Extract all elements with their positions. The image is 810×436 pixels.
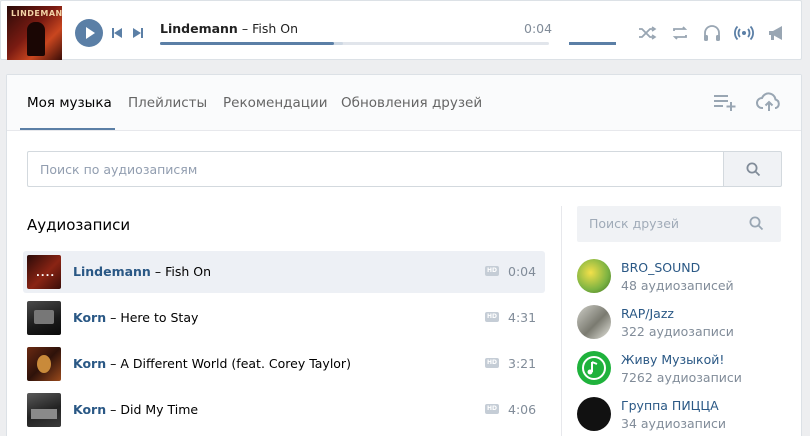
volume-fill: [569, 42, 616, 45]
search-icon: [746, 162, 761, 177]
group-item[interactable]: Группа ПИЦЦА 34 аудиозаписи: [577, 397, 797, 436]
playing-indicator-icon: ....: [36, 268, 56, 279]
now-playing-title[interactable]: Lindemann – Fish On: [160, 21, 298, 36]
cover-logo-text: LINDEMANN: [11, 9, 62, 18]
progress-fill: [160, 42, 334, 45]
tab-friends-updates[interactable]: Обновления друзей: [341, 95, 482, 111]
hd-badge: HD: [485, 358, 499, 368]
audio-search: [27, 151, 782, 187]
play-button[interactable]: [75, 19, 103, 47]
tab-playlists[interactable]: Плейлисты: [128, 95, 207, 111]
now-playing-artist[interactable]: Lindemann: [160, 21, 238, 36]
search-icon: [749, 216, 764, 231]
group-item[interactable]: RAP/Jazz 322 аудиозаписи: [577, 305, 797, 345]
group-name[interactable]: Группа ПИЦЦА: [621, 398, 719, 413]
track-song: Did My Time: [120, 402, 199, 417]
track-song: A Different World (feat. Corey Taylor): [120, 356, 351, 371]
next-track-button[interactable]: [133, 28, 143, 38]
group-item[interactable]: BRO_SOUND 48 аудиозаписей: [577, 259, 797, 299]
cover-figure: [27, 22, 45, 56]
friend-search-input[interactable]: Поиск друзей: [577, 206, 781, 242]
track-duration: 4:31: [508, 310, 537, 325]
audio-section-title: Аудиозаписи: [27, 216, 131, 234]
broadcast-icon[interactable]: [734, 23, 754, 43]
headphones-icon[interactable]: [702, 23, 722, 43]
hd-badge: HD: [485, 266, 499, 276]
music-card: Моя музыка Плейлисты Рекомендации Обновл…: [6, 74, 802, 436]
track-artist[interactable]: Lindemann: [73, 264, 151, 279]
track-artist[interactable]: Korn: [73, 356, 106, 371]
previous-track-button[interactable]: [112, 28, 122, 38]
group-name[interactable]: BRO_SOUND: [621, 260, 700, 275]
group-audio-count: 48 аудиозаписей: [621, 278, 734, 293]
track-title: Korn – Did My Time: [73, 402, 198, 417]
track-title: Korn – Here to Stay: [73, 310, 198, 325]
now-playing-song: Fish On: [252, 21, 298, 36]
now-playing-separator: –: [241, 21, 249, 36]
track-row[interactable]: Korn – Did My Time HD 4:06: [23, 389, 545, 431]
progress-bar[interactable]: [160, 42, 549, 45]
track-cover: [27, 393, 61, 427]
group-avatar[interactable]: [577, 305, 611, 339]
track-dash: –: [154, 264, 162, 279]
track-title: Lindemann – Fish On: [73, 264, 211, 279]
group-item[interactable]: Живу Музыкой! 7262 аудиозаписи: [577, 351, 797, 391]
audio-search-button[interactable]: [723, 151, 782, 187]
track-duration: 4:06: [508, 402, 537, 417]
group-avatar[interactable]: [577, 259, 611, 293]
audio-player-bar: LINDEMANN Lindemann – Fish On 0:04: [0, 0, 802, 60]
track-cover: [27, 347, 61, 381]
sidebar-divider: [561, 206, 562, 436]
track-cover: ....: [27, 255, 61, 289]
music-note-icon: [582, 356, 606, 380]
shuffle-icon[interactable]: [637, 23, 657, 43]
track-dash: –: [110, 310, 117, 325]
group-name[interactable]: RAP/Jazz: [621, 306, 674, 321]
add-playlist-icon[interactable]: [712, 90, 738, 114]
group-avatar[interactable]: [577, 397, 611, 431]
active-tab-indicator: [20, 128, 115, 130]
volume-slider[interactable]: [569, 42, 616, 45]
group-audio-count: 7262 аудиозаписи: [621, 370, 742, 385]
track-row[interactable]: .... Lindemann – Fish On HD 0:04: [23, 251, 545, 293]
track-row[interactable]: Korn – Here to Stay HD 4:31: [23, 297, 545, 339]
track-artist[interactable]: Korn: [73, 402, 106, 417]
track-dash: –: [110, 402, 117, 417]
group-audio-count: 34 аудиозаписи: [621, 416, 726, 431]
group-audio-count: 322 аудиозаписи: [621, 324, 734, 339]
audio-search-input[interactable]: [27, 151, 723, 187]
tab-my-music[interactable]: Моя музыка: [27, 95, 112, 111]
tab-bar: Моя музыка Плейлисты Рекомендации Обновл…: [7, 75, 801, 131]
track-song: Here to Stay: [120, 310, 199, 325]
repeat-icon[interactable]: [670, 23, 690, 43]
friend-search-placeholder: Поиск друзей: [589, 216, 680, 231]
track-song: Fish On: [165, 264, 211, 279]
track-dash: –: [110, 356, 117, 371]
megaphone-icon[interactable]: [766, 23, 786, 43]
hd-badge: HD: [485, 404, 499, 414]
group-name[interactable]: Живу Музыкой!: [621, 352, 724, 367]
track-cover: [27, 301, 61, 335]
now-playing-time[interactable]: 0:04: [524, 21, 552, 36]
track-row[interactable]: Korn – A Different World (feat. Corey Ta…: [23, 343, 545, 385]
track-duration: 3:21: [508, 356, 537, 371]
tab-recommendations[interactable]: Рекомендации: [223, 95, 328, 111]
now-playing-cover: LINDEMANN: [7, 6, 62, 60]
track-artist[interactable]: Korn: [73, 310, 106, 325]
group-avatar[interactable]: [577, 351, 611, 385]
track-title: Korn – A Different World (feat. Corey Ta…: [73, 356, 351, 371]
track-duration: 0:04: [508, 264, 537, 279]
hd-badge: HD: [485, 312, 499, 322]
upload-cloud-icon[interactable]: [756, 90, 782, 114]
